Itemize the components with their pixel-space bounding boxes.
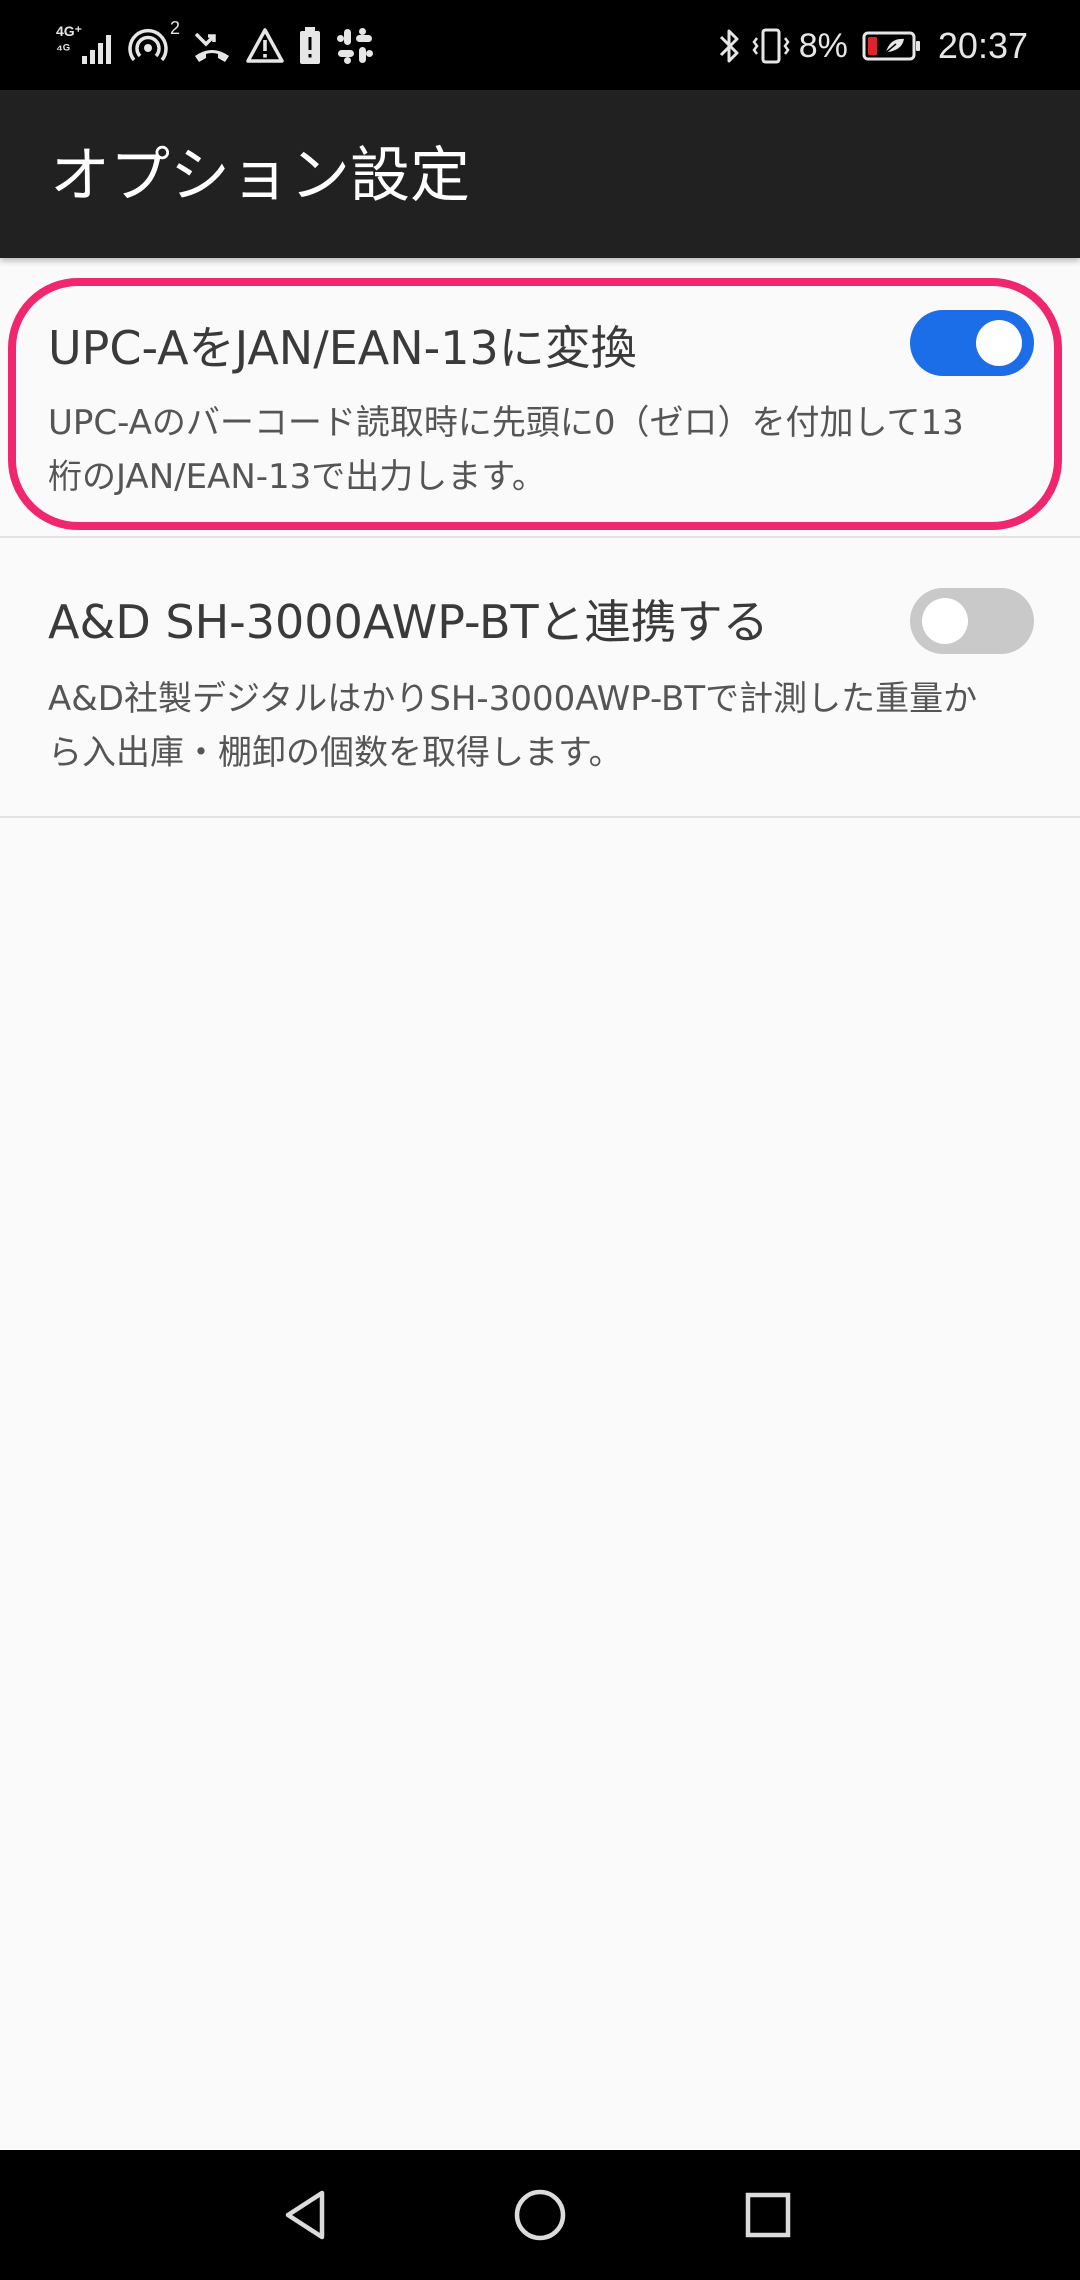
battery-percent: 8% <box>798 26 848 65</box>
status-icons-right: 8% 20:37 <box>717 18 1028 74</box>
page-title: オプション設定 <box>50 141 470 211</box>
network-type-sublabel: ⁴ᴳ <box>56 41 70 57</box>
preference-summary: A&D社製デジタルはかりSH-3000AWP-BTで計測した重量か ら入出庫・棚… <box>48 672 1028 780</box>
status-icons-left: 4G⁺ ⁴ᴳ 2 <box>56 18 374 74</box>
preference-summary: UPC-Aのバーコード読取時に先頭に0（ゼロ）を付加して13 桁のJAN/EAN… <box>48 396 1028 504</box>
home-icon <box>514 2189 566 2241</box>
toggle-knob <box>922 598 968 644</box>
signal-icon: 4G⁺ ⁴ᴳ <box>56 22 114 70</box>
bluetooth-icon <box>717 26 743 66</box>
battery-icon <box>862 30 922 62</box>
toggle-knob <box>976 320 1022 366</box>
navigation-bar <box>0 2150 1080 2280</box>
preference-summary-line: A&D社製デジタルはかりSH-3000AWP-BTで計測した重量か <box>48 679 978 719</box>
network-type-label: 4G⁺ <box>56 23 83 39</box>
preference-summary-line: UPC-Aのバーコード読取時に先頭に0（ゼロ）を付加して13 <box>48 403 964 443</box>
home-button[interactable] <box>490 2170 590 2260</box>
preference-summary-line: ら入出庫・棚卸の個数を取得します。 <box>48 733 623 773</box>
preference-scale-integration[interactable]: A&D SH-3000AWP-BTと連携する A&D社製デジタルはかりSH-30… <box>0 538 1080 818</box>
preference-title: UPC-AをJAN/EAN-13に変換 <box>48 321 637 375</box>
missed-call-icon <box>192 26 232 66</box>
preference-summary-line: 桁のJAN/EAN-13で出力します。 <box>48 457 546 497</box>
recents-button[interactable] <box>718 2170 818 2260</box>
status-clock: 20:37 <box>937 25 1028 66</box>
screen: 4G⁺ ⁴ᴳ 2 8% 20:37 オプション設定 UPC-AをJAN/EAN-… <box>0 0 1080 2280</box>
recents-icon <box>745 2192 791 2238</box>
warning-icon <box>246 27 284 65</box>
status-bar: 4G⁺ ⁴ᴳ 2 8% 20:37 <box>0 0 1080 90</box>
slack-icon <box>336 27 374 65</box>
hotspot-icon <box>128 26 168 66</box>
vibrate-icon <box>751 26 791 66</box>
battery-saver-icon <box>298 26 322 66</box>
preference-title: A&D SH-3000AWP-BTと連携する <box>48 595 769 649</box>
scale-integration-toggle[interactable] <box>910 588 1034 654</box>
upc-a-conversion-toggle[interactable] <box>910 310 1034 376</box>
back-button[interactable] <box>258 2170 358 2260</box>
app-bar: オプション設定 <box>0 90 1080 258</box>
hotspot-count: 2 <box>170 17 181 38</box>
preference-upc-a-conversion[interactable]: UPC-AをJAN/EAN-13に変換 UPC-Aのバーコード読取時に先頭に0（… <box>0 258 1080 538</box>
back-icon <box>285 2190 325 2240</box>
